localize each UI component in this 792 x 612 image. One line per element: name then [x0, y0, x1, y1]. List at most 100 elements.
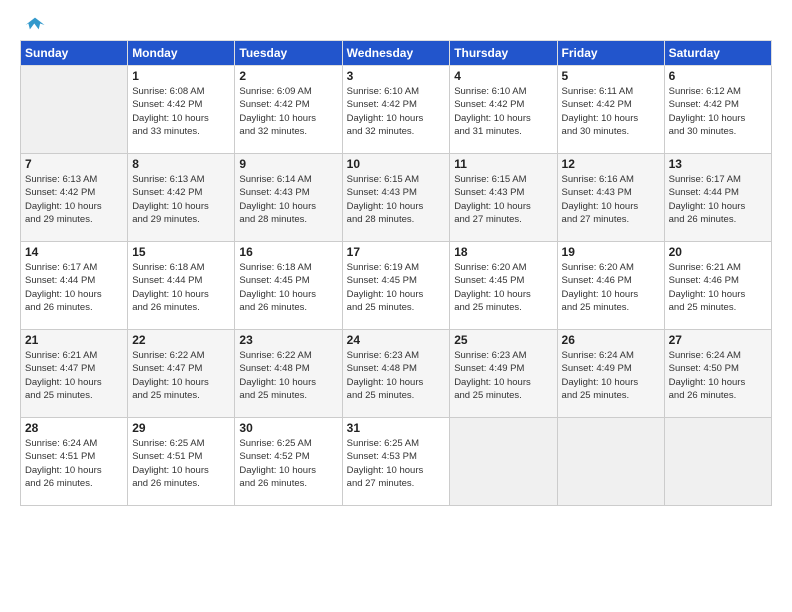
- day-info: Sunrise: 6:20 AM Sunset: 4:45 PM Dayligh…: [454, 261, 552, 314]
- calendar-cell: 4 Sunrise: 6:10 AM Sunset: 4:42 PM Daylig…: [450, 66, 557, 154]
- day-info: Sunrise: 6:23 AM Sunset: 4:48 PM Dayligh…: [347, 349, 446, 402]
- day-number: 23: [239, 333, 337, 347]
- col-header-tuesday: Tuesday: [235, 41, 342, 66]
- calendar-cell: 19Sunrise: 6:20 AM Sunset: 4:46 PM Dayli…: [557, 242, 664, 330]
- day-info: Sunrise: 6:10 AM Sunset: 4:42 PM Dayligh…: [454, 85, 552, 138]
- calendar-cell: [664, 418, 771, 506]
- calendar-header-row: SundayMondayTuesdayWednesdayThursdayFrid…: [21, 41, 772, 66]
- calendar-cell: 18 Sunrise: 6:20 AM Sunset: 4:45 PM Dayli…: [450, 242, 557, 330]
- calendar-cell: 17Sunrise: 6:19 AM Sunset: 4:45 PM Dayli…: [342, 242, 450, 330]
- col-header-wednesday: Wednesday: [342, 41, 450, 66]
- day-info: Sunrise: 6:25 AM Sunset: 4:52 PM Dayligh…: [239, 437, 337, 490]
- header: [20, 16, 772, 30]
- day-number: 16: [239, 245, 337, 259]
- day-info: Sunrise: 6:17 AM Sunset: 4:44 PM Dayligh…: [669, 173, 767, 226]
- day-info: Sunrise: 6:23 AM Sunset: 4:49 PM Dayligh…: [454, 349, 552, 402]
- calendar-cell: 7Sunrise: 6:13 AM Sunset: 4:42 PM Daylig…: [21, 154, 128, 242]
- day-info: Sunrise: 6:12 AM Sunset: 4:42 PM Dayligh…: [669, 85, 767, 138]
- calendar-cell: 15 Sunrise: 6:18 AM Sunset: 4:44 PM Dayli…: [128, 242, 235, 330]
- calendar-cell: 26 Sunrise: 6:24 AM Sunset: 4:49 PM Dayli…: [557, 330, 664, 418]
- day-number: 15: [132, 245, 230, 259]
- day-number: 12: [562, 157, 660, 171]
- day-info: Sunrise: 6:17 AM Sunset: 4:44 PM Dayligh…: [25, 261, 123, 314]
- calendar-cell: 10 Sunrise: 6:15 AM Sunset: 4:43 PM Dayli…: [342, 154, 450, 242]
- day-number: 25: [454, 333, 552, 347]
- logo: [20, 16, 46, 30]
- day-number: 4: [454, 69, 552, 83]
- day-number: 29: [132, 421, 230, 435]
- day-number: 9: [239, 157, 337, 171]
- calendar-week-row: 1 Sunrise: 6:08 AM Sunset: 4:42 PM Daylig…: [21, 66, 772, 154]
- day-info: Sunrise: 6:10 AM Sunset: 4:42 PM Dayligh…: [347, 85, 446, 138]
- day-number: 22: [132, 333, 230, 347]
- day-number: 11: [454, 157, 552, 171]
- day-info: Sunrise: 6:19 AM Sunset: 4:45 PM Dayligh…: [347, 261, 446, 314]
- day-info: Sunrise: 6:09 AM Sunset: 4:42 PM Dayligh…: [239, 85, 337, 138]
- calendar-week-row: 7Sunrise: 6:13 AM Sunset: 4:42 PM Daylig…: [21, 154, 772, 242]
- day-info: Sunrise: 6:16 AM Sunset: 4:43 PM Dayligh…: [562, 173, 660, 226]
- calendar-cell: 20 Sunrise: 6:21 AM Sunset: 4:46 PM Dayli…: [664, 242, 771, 330]
- calendar-table: SundayMondayTuesdayWednesdayThursdayFrid…: [20, 40, 772, 506]
- calendar-cell: 29 Sunrise: 6:25 AM Sunset: 4:51 PM Dayli…: [128, 418, 235, 506]
- calendar-cell: 22Sunrise: 6:22 AM Sunset: 4:47 PM Dayli…: [128, 330, 235, 418]
- day-info: Sunrise: 6:15 AM Sunset: 4:43 PM Dayligh…: [347, 173, 446, 226]
- calendar-cell: 23 Sunrise: 6:22 AM Sunset: 4:48 PM Dayli…: [235, 330, 342, 418]
- calendar-cell: 16Sunrise: 6:18 AM Sunset: 4:45 PM Dayli…: [235, 242, 342, 330]
- calendar-cell: 12 Sunrise: 6:16 AM Sunset: 4:43 PM Dayli…: [557, 154, 664, 242]
- calendar-cell: 24 Sunrise: 6:23 AM Sunset: 4:48 PM Dayli…: [342, 330, 450, 418]
- day-number: 3: [347, 69, 446, 83]
- col-header-sunday: Sunday: [21, 41, 128, 66]
- logo-bird-icon: [24, 16, 46, 34]
- calendar-cell: 3 Sunrise: 6:10 AM Sunset: 4:42 PM Daylig…: [342, 66, 450, 154]
- day-number: 26: [562, 333, 660, 347]
- day-info: Sunrise: 6:25 AM Sunset: 4:53 PM Dayligh…: [347, 437, 446, 490]
- calendar-cell: 14 Sunrise: 6:17 AM Sunset: 4:44 PM Dayli…: [21, 242, 128, 330]
- calendar-week-row: 14 Sunrise: 6:17 AM Sunset: 4:44 PM Dayli…: [21, 242, 772, 330]
- day-number: 18: [454, 245, 552, 259]
- col-header-thursday: Thursday: [450, 41, 557, 66]
- calendar-week-row: 21Sunrise: 6:21 AM Sunset: 4:47 PM Dayli…: [21, 330, 772, 418]
- calendar-cell: [450, 418, 557, 506]
- day-number: 2: [239, 69, 337, 83]
- day-info: Sunrise: 6:08 AM Sunset: 4:42 PM Dayligh…: [132, 85, 230, 138]
- calendar-cell: 28Sunrise: 6:24 AM Sunset: 4:51 PM Dayli…: [21, 418, 128, 506]
- day-info: Sunrise: 6:18 AM Sunset: 4:44 PM Dayligh…: [132, 261, 230, 314]
- calendar-week-row: 28Sunrise: 6:24 AM Sunset: 4:51 PM Dayli…: [21, 418, 772, 506]
- calendar-cell: 6 Sunrise: 6:12 AM Sunset: 4:42 PM Daylig…: [664, 66, 771, 154]
- day-info: Sunrise: 6:15 AM Sunset: 4:43 PM Dayligh…: [454, 173, 552, 226]
- day-number: 8: [132, 157, 230, 171]
- day-number: 27: [669, 333, 767, 347]
- day-number: 7: [25, 157, 123, 171]
- col-header-saturday: Saturday: [664, 41, 771, 66]
- day-info: Sunrise: 6:24 AM Sunset: 4:49 PM Dayligh…: [562, 349, 660, 402]
- day-info: Sunrise: 6:24 AM Sunset: 4:51 PM Dayligh…: [25, 437, 123, 490]
- day-number: 31: [347, 421, 446, 435]
- page-container: SundayMondayTuesdayWednesdayThursdayFrid…: [0, 0, 792, 612]
- calendar-cell: 8Sunrise: 6:13 AM Sunset: 4:42 PM Daylig…: [128, 154, 235, 242]
- day-number: 6: [669, 69, 767, 83]
- day-info: Sunrise: 6:21 AM Sunset: 4:46 PM Dayligh…: [669, 261, 767, 314]
- day-info: Sunrise: 6:24 AM Sunset: 4:50 PM Dayligh…: [669, 349, 767, 402]
- day-number: 5: [562, 69, 660, 83]
- col-header-monday: Monday: [128, 41, 235, 66]
- day-number: 24: [347, 333, 446, 347]
- day-info: Sunrise: 6:25 AM Sunset: 4:51 PM Dayligh…: [132, 437, 230, 490]
- calendar-cell: 27 Sunrise: 6:24 AM Sunset: 4:50 PM Dayli…: [664, 330, 771, 418]
- calendar-cell: 1 Sunrise: 6:08 AM Sunset: 4:42 PM Daylig…: [128, 66, 235, 154]
- day-info: Sunrise: 6:22 AM Sunset: 4:48 PM Dayligh…: [239, 349, 337, 402]
- calendar-cell: 9 Sunrise: 6:14 AM Sunset: 4:43 PM Daylig…: [235, 154, 342, 242]
- day-number: 10: [347, 157, 446, 171]
- col-header-friday: Friday: [557, 41, 664, 66]
- calendar-cell: 21Sunrise: 6:21 AM Sunset: 4:47 PM Dayli…: [21, 330, 128, 418]
- calendar-cell: 25 Sunrise: 6:23 AM Sunset: 4:49 PM Dayli…: [450, 330, 557, 418]
- calendar-cell: 11 Sunrise: 6:15 AM Sunset: 4:43 PM Dayli…: [450, 154, 557, 242]
- day-info: Sunrise: 6:20 AM Sunset: 4:46 PM Dayligh…: [562, 261, 660, 314]
- day-info: Sunrise: 6:14 AM Sunset: 4:43 PM Dayligh…: [239, 173, 337, 226]
- logo-text: [20, 16, 46, 34]
- calendar-cell: 31 Sunrise: 6:25 AM Sunset: 4:53 PM Dayli…: [342, 418, 450, 506]
- day-number: 14: [25, 245, 123, 259]
- day-number: 13: [669, 157, 767, 171]
- day-number: 21: [25, 333, 123, 347]
- day-number: 1: [132, 69, 230, 83]
- day-number: 20: [669, 245, 767, 259]
